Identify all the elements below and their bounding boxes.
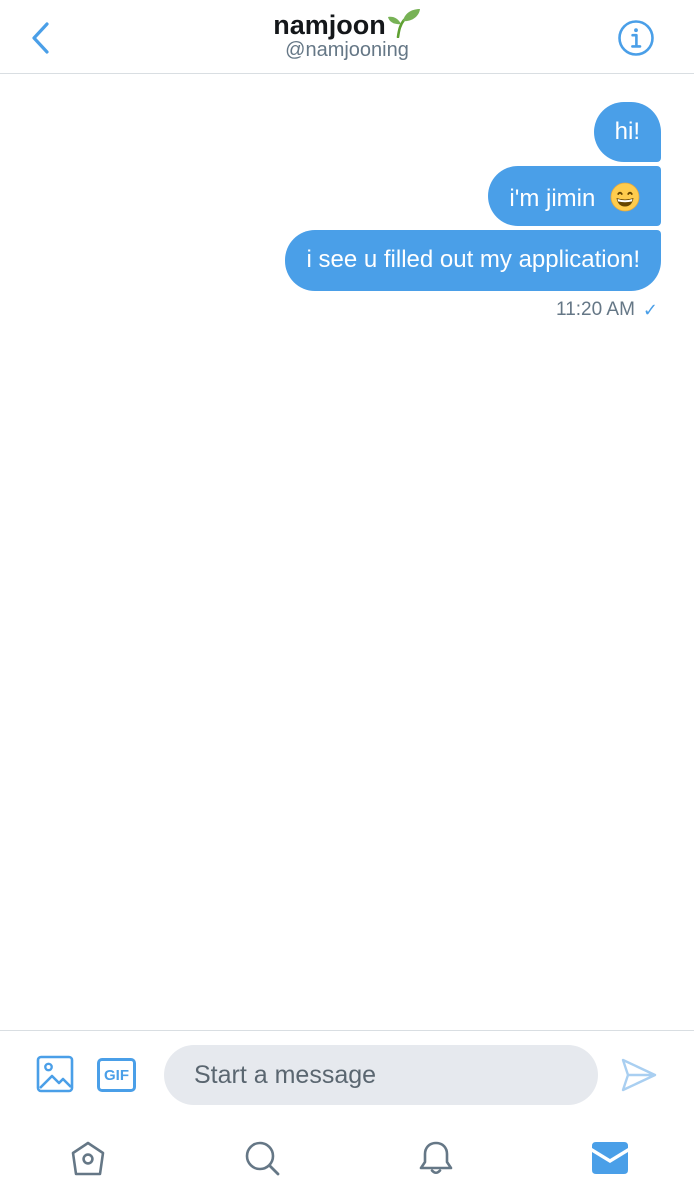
bottom-tab-bar — [0, 1120, 694, 1200]
send-icon[interactable] — [620, 1057, 658, 1093]
image-icon[interactable] — [36, 1055, 74, 1093]
tab-search[interactable] — [242, 1138, 282, 1178]
contact-handle: @namjooning — [285, 39, 409, 61]
message-text: i see u filled out my application! — [306, 246, 640, 273]
message-list[interactable]: hi! i'm jimin i see u filled out my appl… — [0, 74, 694, 1030]
tab-messages[interactable] — [590, 1138, 630, 1178]
message-text: i'm jimin — [509, 185, 596, 212]
gif-label: GIF — [104, 1066, 129, 1084]
message-input[interactable] — [164, 1045, 598, 1105]
conversation-header: namjoon @namjooning — [0, 0, 694, 74]
dm-conversation-screen: namjoon @namjooning hi! i'm jimin i see … — [0, 0, 694, 1200]
message-bubble[interactable]: i see u filled out my application! — [285, 230, 661, 291]
message-bubble[interactable]: i'm jimin — [488, 166, 661, 226]
grinning-face-icon — [610, 182, 640, 212]
gif-button[interactable]: GIF — [97, 1058, 136, 1092]
tab-home[interactable] — [68, 1138, 108, 1178]
contact-name: namjoon — [273, 10, 386, 40]
message-bubble[interactable]: hi! — [593, 102, 661, 162]
info-icon[interactable] — [616, 18, 656, 58]
search-icon — [245, 1141, 280, 1176]
message-composer: GIF — [0, 1030, 694, 1120]
conversation-title[interactable]: namjoon @namjooning — [0, 8, 694, 61]
timestamp-text: 11:20 AM — [556, 299, 635, 320]
bell-icon — [419, 1141, 453, 1175]
message-text: hi! — [614, 118, 640, 145]
mail-icon — [592, 1142, 628, 1174]
seedling-icon — [387, 9, 420, 38]
checkmark-icon: ✓ — [642, 299, 658, 320]
home-icon — [71, 1141, 105, 1176]
message-timestamp: 11:20 AM ✓ — [556, 299, 658, 321]
tab-notifications[interactable] — [416, 1138, 456, 1178]
